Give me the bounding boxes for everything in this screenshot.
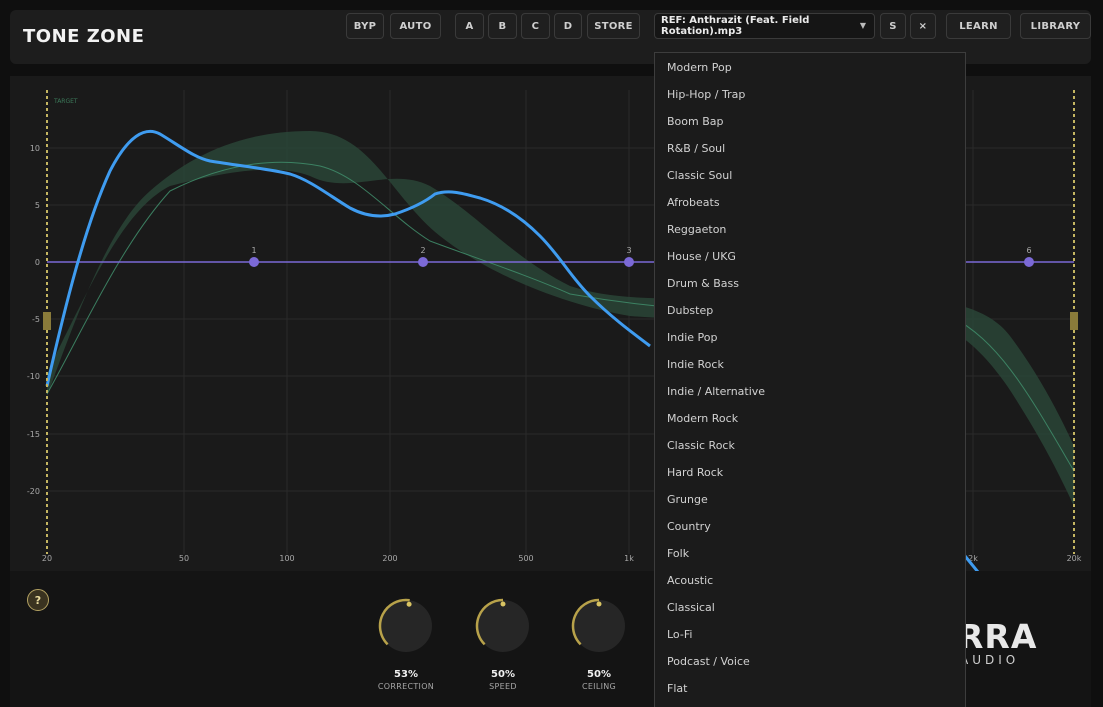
ceiling-value: 50% [587,669,611,680]
genre-option[interactable]: Lo-Fi [655,621,965,648]
genre-option[interactable]: Dubstep [655,297,965,324]
genre-option[interactable]: Afrobeats [655,189,965,216]
eq-node-label: 3 [626,246,631,255]
solo-button[interactable]: S [880,13,906,39]
genre-option[interactable]: Indie Pop [655,324,965,351]
eq-node[interactable] [1024,257,1034,267]
eq-node-label: 2 [420,246,425,255]
y-tick-label: 0 [35,258,40,267]
x-tick-label: 500 [518,554,533,563]
genre-option[interactable]: Hip-Hop / Trap [655,81,965,108]
y-tick-label: -20 [27,487,40,496]
clear-reference-button[interactable]: × [910,13,936,39]
y-tick-label: -5 [32,315,40,324]
genre-option[interactable]: Hard Rock [655,459,965,486]
genre-option[interactable]: R&B / Soul [655,135,965,162]
target-label: TARGET [53,98,78,105]
auto-button[interactable]: AUTO [390,13,441,39]
chevron-down-icon: ▼ [859,21,866,30]
genre-option[interactable]: Reggaeton [655,216,965,243]
genre-option[interactable]: Classical [655,594,965,621]
speed-label: SPEED [489,682,517,691]
x-tick-label: 20k [1067,554,1082,563]
eq-node-label: 6 [1026,246,1031,255]
app-title: TONE ZONE [23,26,145,47]
genre-option[interactable]: Modern Pop [655,54,965,81]
genre-option[interactable]: Podcast / Voice [655,648,965,675]
help-button[interactable]: ? [27,589,49,611]
bypass-button[interactable]: BYP [346,13,384,39]
slot-a-button[interactable]: A [455,13,484,39]
genre-dropdown-menu[interactable]: Modern Pop Hip-Hop / Trap Boom Bap R&B / So… [654,52,966,707]
high-limit-handle[interactable] [1070,312,1078,330]
reference-file-select[interactable]: REF: Anthrazit (Feat. Field Rotation).mp… [654,13,875,39]
genre-option[interactable]: Indie / Alternative [655,378,965,405]
library-button[interactable]: LIBRARY [1020,13,1091,39]
genre-option[interactable]: House / UKG [655,243,965,270]
reference-file-label: REF: Anthrazit (Feat. Field Rotation).mp… [661,15,810,37]
genre-option[interactable]: Classic Soul [655,162,965,189]
brand-logo-subtitle: AUDIO [960,653,1020,667]
correction-knob[interactable] [376,596,436,656]
slot-d-button[interactable]: D [554,13,582,39]
genre-option[interactable]: Drum & Bass [655,270,965,297]
eq-node-label: 1 [251,246,256,255]
ceiling-label: CEILING [581,682,617,691]
slot-c-button[interactable]: C [521,13,550,39]
eq-node[interactable] [418,257,428,267]
eq-node[interactable] [249,257,259,267]
ceiling-knob[interactable] [569,596,629,656]
brand-logo: RRA [958,617,1038,656]
y-tick-label: 10 [30,144,40,153]
ceiling-knob-group: 50% CEILING [559,596,639,691]
speed-knob-group: 50% SPEED [463,596,543,691]
genre-option[interactable]: Acoustic [655,567,965,594]
speed-knob[interactable] [473,596,533,656]
genre-option[interactable]: Indie Rock [655,351,965,378]
eq-node[interactable] [624,257,634,267]
correction-knob-group: 53% CORRECTION [366,596,446,691]
speed-value: 50% [491,669,515,680]
genre-option[interactable]: Classic Rock [655,432,965,459]
y-tick-label: -10 [27,372,40,381]
x-tick-label: 100 [279,554,294,563]
genre-option[interactable]: Grunge [655,486,965,513]
slot-b-button[interactable]: B [488,13,517,39]
y-tick-label: 5 [35,201,40,210]
x-tick-label: 200 [382,554,397,563]
x-tick-label: 50 [179,554,189,563]
correction-label: CORRECTION [377,682,435,691]
genre-option[interactable]: Boom Bap [655,108,965,135]
genre-option[interactable]: Folk [655,540,965,567]
y-tick-label: -15 [27,430,40,439]
x-tick-label: 1k [624,554,634,563]
store-button[interactable]: STORE [587,13,640,39]
genre-option[interactable]: Modern Rock [655,405,965,432]
genre-option[interactable]: Country [655,513,965,540]
low-limit-handle[interactable] [43,312,51,330]
correction-value: 53% [394,669,418,680]
genre-option[interactable]: Flat [655,675,965,702]
x-tick-label: 20 [42,554,52,563]
learn-button[interactable]: LEARN [946,13,1011,39]
